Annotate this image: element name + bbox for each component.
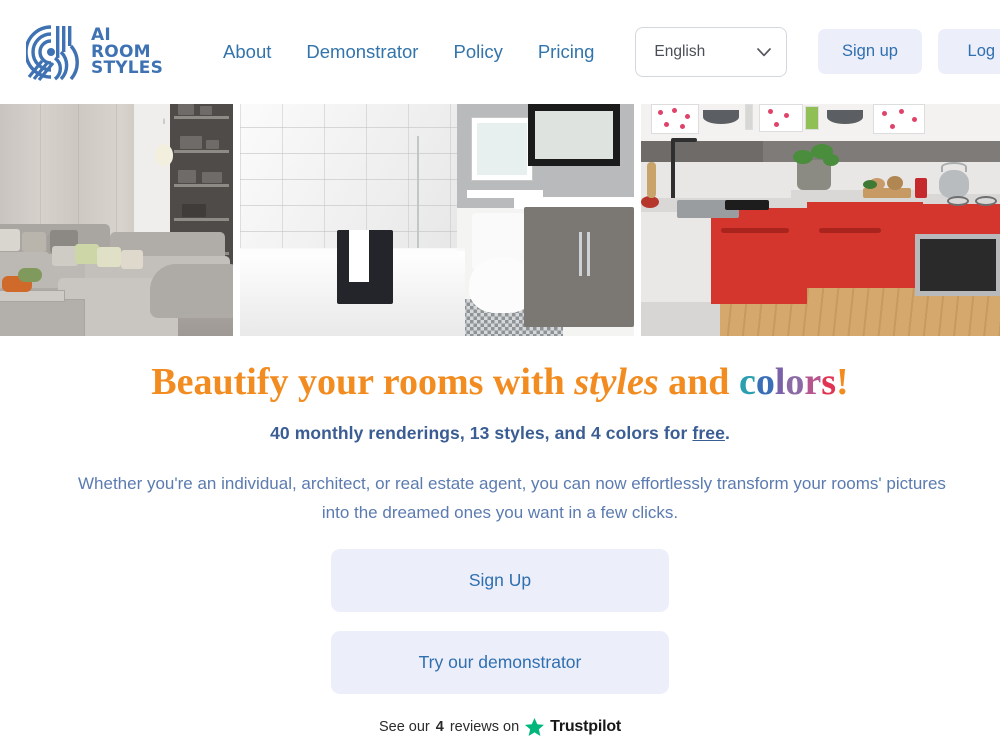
trustpilot-middle: reviews on [449, 719, 520, 735]
brand-name: AI ROOM STYLES [91, 27, 163, 77]
cta-group: Sign Up Try our demonstrator [0, 549, 1000, 694]
subline-free-link[interactable]: free [692, 423, 725, 443]
main-navigation: About Demonstrator Policy Pricing [223, 41, 594, 63]
headline-colors-word: colors! [739, 361, 849, 403]
hero-description-line-1: Whether you're an individual, architect,… [78, 474, 946, 493]
headline-colors-letter-1: o [755, 361, 775, 403]
sign-up-button-header[interactable]: Sign up [818, 29, 922, 74]
hero-description: Whether you're an individual, architect,… [0, 469, 1000, 527]
language-select-value: English [654, 43, 706, 60]
hero-image-strip [0, 104, 1000, 336]
trustpilot-prefix: See our [378, 719, 430, 735]
subline-after: . [724, 423, 730, 443]
headline-colors-letter-0: c [738, 361, 756, 403]
brand-logo[interactable]: AI ROOM STYLES [26, 21, 163, 83]
nav-item-pricing[interactable]: Pricing [538, 41, 595, 63]
headline-colors-letter-6: ! [836, 361, 849, 403]
headline-colors-letter-3: o [785, 361, 805, 403]
headline-and: and [658, 361, 739, 403]
brand-line-3: STYLES [91, 58, 164, 79]
trustpilot-name: Trustpilot [550, 718, 622, 735]
headline-styles-word: styles [574, 361, 659, 403]
hero-content: Beautify your rooms with styles and colo… [0, 360, 1000, 736]
nav-item-policy[interactable]: Policy [453, 41, 502, 63]
hero-gap-1 [233, 104, 240, 336]
trustpilot-star-icon [525, 718, 545, 736]
headline-colors-letter-2: l [774, 361, 786, 403]
log-in-button-header[interactable]: Log in [938, 29, 1000, 74]
hero-image-bathroom [240, 104, 634, 336]
hero-image-kitchen [641, 104, 1000, 336]
headline-colors-letter-4: r [804, 361, 822, 403]
try-demonstrator-button[interactable]: Try our demonstrator [331, 631, 669, 694]
hero-image-living-room [0, 104, 233, 336]
trustpilot-widget[interactable]: See our 4 reviews on Trustpilot [0, 718, 1000, 736]
nav-item-demonstrator[interactable]: Demonstrator [306, 41, 418, 63]
feature-subline: 40 monthly renderings, 13 styles, and 4 … [0, 423, 1000, 444]
page-title: Beautify your rooms with styles and colo… [0, 360, 1000, 404]
nav-item-about[interactable]: About [223, 41, 271, 63]
header-actions: Sign up Log in [818, 29, 1000, 74]
subline-before: 40 monthly renderings, 13 styles, and 4 … [270, 423, 693, 443]
sign-up-button[interactable]: Sign Up [331, 549, 669, 612]
trustpilot-review-count: 4 [435, 719, 444, 735]
chevron-down-icon [757, 47, 772, 56]
headline-colors-letter-5: s [821, 361, 837, 403]
hero-description-line-2: into the dreamed ones you want in a few … [321, 503, 679, 522]
headline-part1: Beautify your rooms with [151, 361, 575, 403]
hero-gap-2 [634, 104, 641, 336]
concentric-arcs-logo-icon [26, 25, 79, 82]
language-select[interactable]: English [635, 27, 788, 77]
site-header: AI ROOM STYLES About Demonstrator Policy… [0, 0, 1000, 104]
